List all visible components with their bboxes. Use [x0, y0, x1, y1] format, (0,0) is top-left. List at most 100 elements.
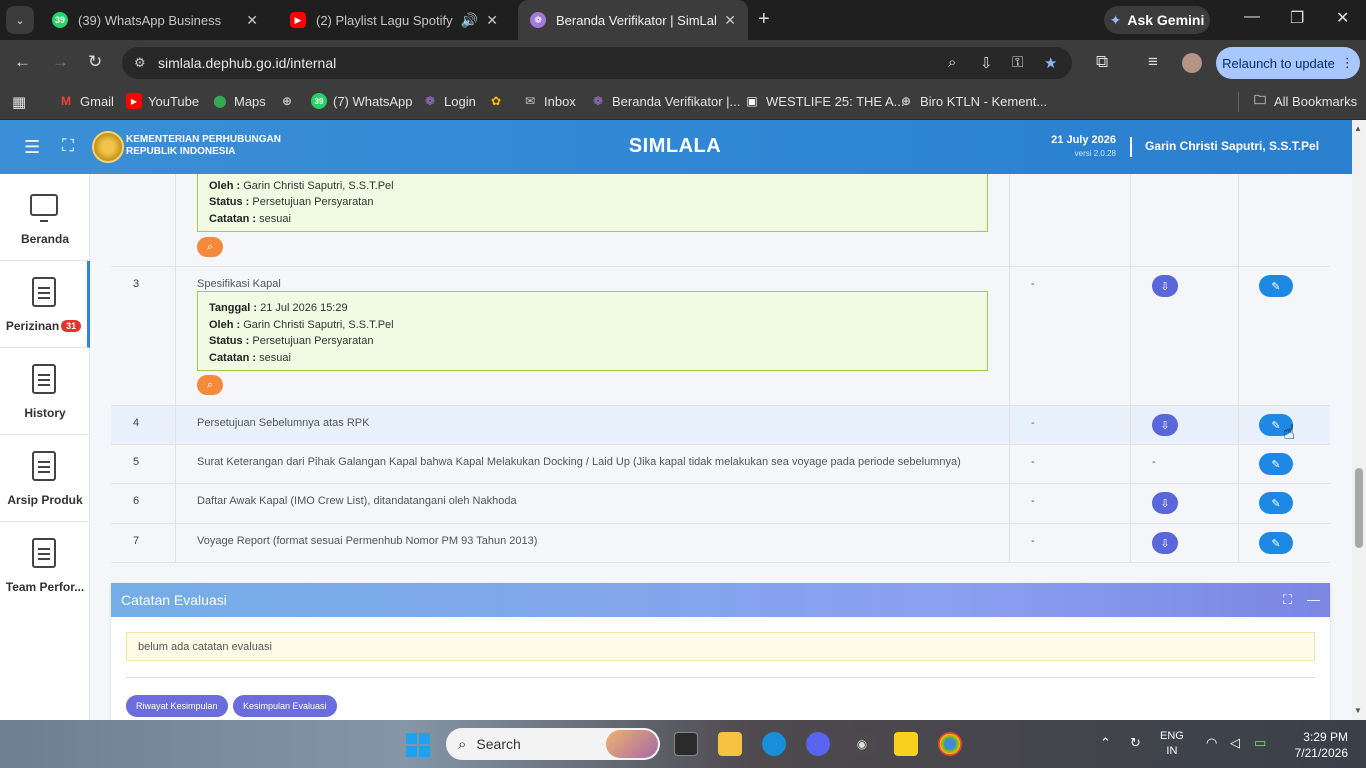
windows-start-icon[interactable] [406, 733, 430, 757]
close-tab-icon[interactable]: ✕ [724, 12, 736, 29]
fullscreen-icon[interactable]: ⛶ [62, 136, 74, 156]
zoom-icon[interactable]: ⌕ [948, 54, 956, 71]
header-divider [1130, 137, 1132, 157]
bookmark-westlife[interactable]: ▣ WESTLIFE 25: THE A... [744, 93, 904, 109]
bookmark-globe[interactable]: ⊕ [279, 93, 301, 109]
wifi-icon[interactable]: ◠ [1206, 735, 1217, 751]
show-hidden-icons-chevron-icon[interactable]: ⌃ [1100, 735, 1111, 751]
volume-icon[interactable]: ◁ [1230, 735, 1240, 751]
simlala-icon: ❁ [592, 94, 604, 108]
no-file-indicator: - [1152, 456, 1156, 468]
bookmark-gmail[interactable]: M Gmail [58, 93, 114, 109]
bookmark-login[interactable]: ❁ Login [422, 93, 476, 109]
close-window-icon[interactable]: ✕ [1336, 8, 1349, 28]
tab-search-chevron-icon[interactable]: ⌄ [6, 6, 34, 34]
site-info-icon[interactable]: ⚙ [134, 55, 146, 71]
user-name[interactable]: Garin Christi Saputri, S.S.T.Pel [1145, 139, 1319, 153]
kesimpulan-evaluasi-button[interactable]: Kesimpulan Evaluasi [233, 695, 337, 717]
download-button[interactable]: ⇩ [1152, 532, 1178, 554]
language-indicator[interactable]: ENG IN [1160, 729, 1184, 759]
edit-button[interactable]: ✎ [1259, 492, 1293, 514]
all-bookmarks-button[interactable]: 🗀 All Bookmarks [1252, 93, 1357, 109]
notification-badge: 31 [61, 320, 82, 332]
taskbar-search[interactable]: ⌕ Search [446, 728, 660, 760]
task-view-icon[interactable] [674, 732, 698, 756]
download-button[interactable]: ⇩ [1152, 492, 1178, 514]
sticky-notes-icon[interactable] [894, 732, 918, 756]
youtube-icon: ▶ [126, 93, 142, 109]
bookmark-maps[interactable]: ⬤ Maps [212, 93, 266, 109]
hamburger-menu-icon[interactable]: ☰ [24, 137, 40, 158]
edge-icon[interactable] [762, 732, 786, 756]
sidebar-item-team-performance[interactable]: Team Perfor... [0, 522, 90, 609]
sync-icon[interactable]: ↻ [1130, 735, 1141, 751]
address-bar[interactable]: ⚙ simlala.dephub.go.id/internal ⌕ ⇩ ⚿ ★ [122, 47, 1072, 79]
edit-button[interactable]: ✎ [1259, 532, 1293, 554]
evaluation-note: belum ada catatan evaluasi [126, 632, 1315, 661]
collapse-icon[interactable]: — [1307, 592, 1320, 607]
sidebar-item-history[interactable]: History [0, 348, 90, 435]
scroll-down-icon[interactable]: ▼ [1354, 706, 1362, 715]
column-divider [1238, 445, 1239, 483]
close-tab-icon[interactable]: ✕ [486, 12, 498, 29]
install-app-icon[interactable]: ⇩ [980, 54, 993, 72]
relaunch-to-update-button[interactable]: Relaunch to update ⋮ [1216, 47, 1360, 79]
chrome-icon[interactable] [938, 732, 962, 756]
extensions-icon[interactable]: ⧉ [1096, 52, 1108, 72]
bookmark-beranda[interactable]: ❁ Beranda Verifikator |... [590, 93, 740, 109]
download-icon: ⇩ [1160, 280, 1170, 293]
new-tab-plus-icon[interactable]: + [758, 8, 770, 31]
sidebar-item-beranda[interactable]: Beranda [0, 174, 90, 261]
bookmark-whatsapp[interactable]: 39 (7) WhatsApp [311, 93, 412, 109]
search-icon: ⌕ [458, 735, 467, 753]
download-icon: ⇩ [1160, 497, 1170, 510]
profile-avatar[interactable] [1182, 53, 1202, 73]
ask-gemini-button[interactable]: ✦ Ask Gemini [1104, 6, 1210, 34]
edit-button[interactable]: ✎ [1259, 275, 1293, 297]
scrollbar-thumb[interactable] [1355, 468, 1363, 548]
battery-icon[interactable]: ▭ [1254, 735, 1266, 751]
riwayat-kesimpulan-button[interactable]: Riwayat Kesimpulan [126, 695, 228, 717]
download-button[interactable]: ⇩ [1152, 414, 1178, 436]
file-explorer-icon[interactable] [718, 732, 742, 756]
folder-icon: 🗀 [1253, 92, 1266, 107]
simlala-icon: ❁ [530, 12, 546, 28]
page-scrollbar[interactable]: ▲ ▼ [1352, 120, 1366, 720]
expand-icon[interactable]: ⛶ [1283, 592, 1292, 608]
restore-icon[interactable]: ❐ [1290, 8, 1304, 28]
copilot-icon[interactable] [806, 732, 830, 756]
speaker-icon[interactable]: 🔊 [461, 12, 478, 29]
minimize-icon[interactable]: — [1244, 8, 1260, 26]
back-arrow-icon[interactable]: ← [14, 52, 31, 72]
bookmark-photos[interactable]: ✿ [488, 93, 510, 109]
system-clock[interactable]: 3:29 PM 7/21/2026 [1290, 729, 1348, 761]
close-tab-icon[interactable]: ✕ [246, 12, 258, 29]
forward-arrow-icon[interactable]: → [52, 52, 69, 72]
column-divider [1130, 174, 1131, 266]
document-icon [32, 451, 56, 481]
table-row: 6 Daftar Awak Kapal (IMO Crew List), dit… [111, 484, 1330, 524]
view-detail-button[interactable]: ⌕ [197, 237, 223, 257]
tab-simlala[interactable]: ❁ Beranda Verifikator | SimLala ✕ [518, 0, 748, 40]
bookmark-biro-ktln[interactable]: ⊕ Biro KTLN - Kement... [898, 93, 1047, 109]
bookmark-star-icon[interactable]: ★ [1044, 54, 1057, 72]
bookmark-youtube[interactable]: ▶ YouTube [126, 93, 199, 109]
tab-youtube[interactable]: ▶ (2) Playlist Lagu Spotify 202 🔊 ✕ [278, 0, 510, 40]
apps-grid-icon[interactable]: ▦ [12, 93, 26, 111]
bookmark-inbox[interactable]: ✉ Inbox [522, 93, 576, 109]
ministry-logo [92, 131, 124, 163]
download-button[interactable]: ⇩ [1152, 275, 1178, 297]
edit-button[interactable]: ✎ [1259, 453, 1293, 475]
sidebar-item-arsip-produk[interactable]: Arsip Produk [0, 435, 90, 522]
scroll-up-icon[interactable]: ▲ [1354, 124, 1362, 133]
media-control-icon[interactable]: ≡ [1148, 52, 1158, 72]
password-key-icon[interactable]: ⚿ [1012, 54, 1023, 71]
sidebar-item-perizinan[interactable]: Perizinan 31 [0, 261, 90, 348]
camera-icon[interactable]: ◉ [850, 732, 874, 756]
tab-whatsapp[interactable]: 39 (39) WhatsApp Business ✕ [40, 0, 270, 40]
hand-cursor-icon: ☝ [1283, 422, 1296, 444]
view-detail-button[interactable]: ⌕ [197, 375, 223, 395]
url-text[interactable]: simlala.dephub.go.id/internal [158, 55, 336, 71]
reload-icon[interactable]: ↻ [88, 52, 102, 72]
gmail-icon: M [61, 94, 71, 108]
